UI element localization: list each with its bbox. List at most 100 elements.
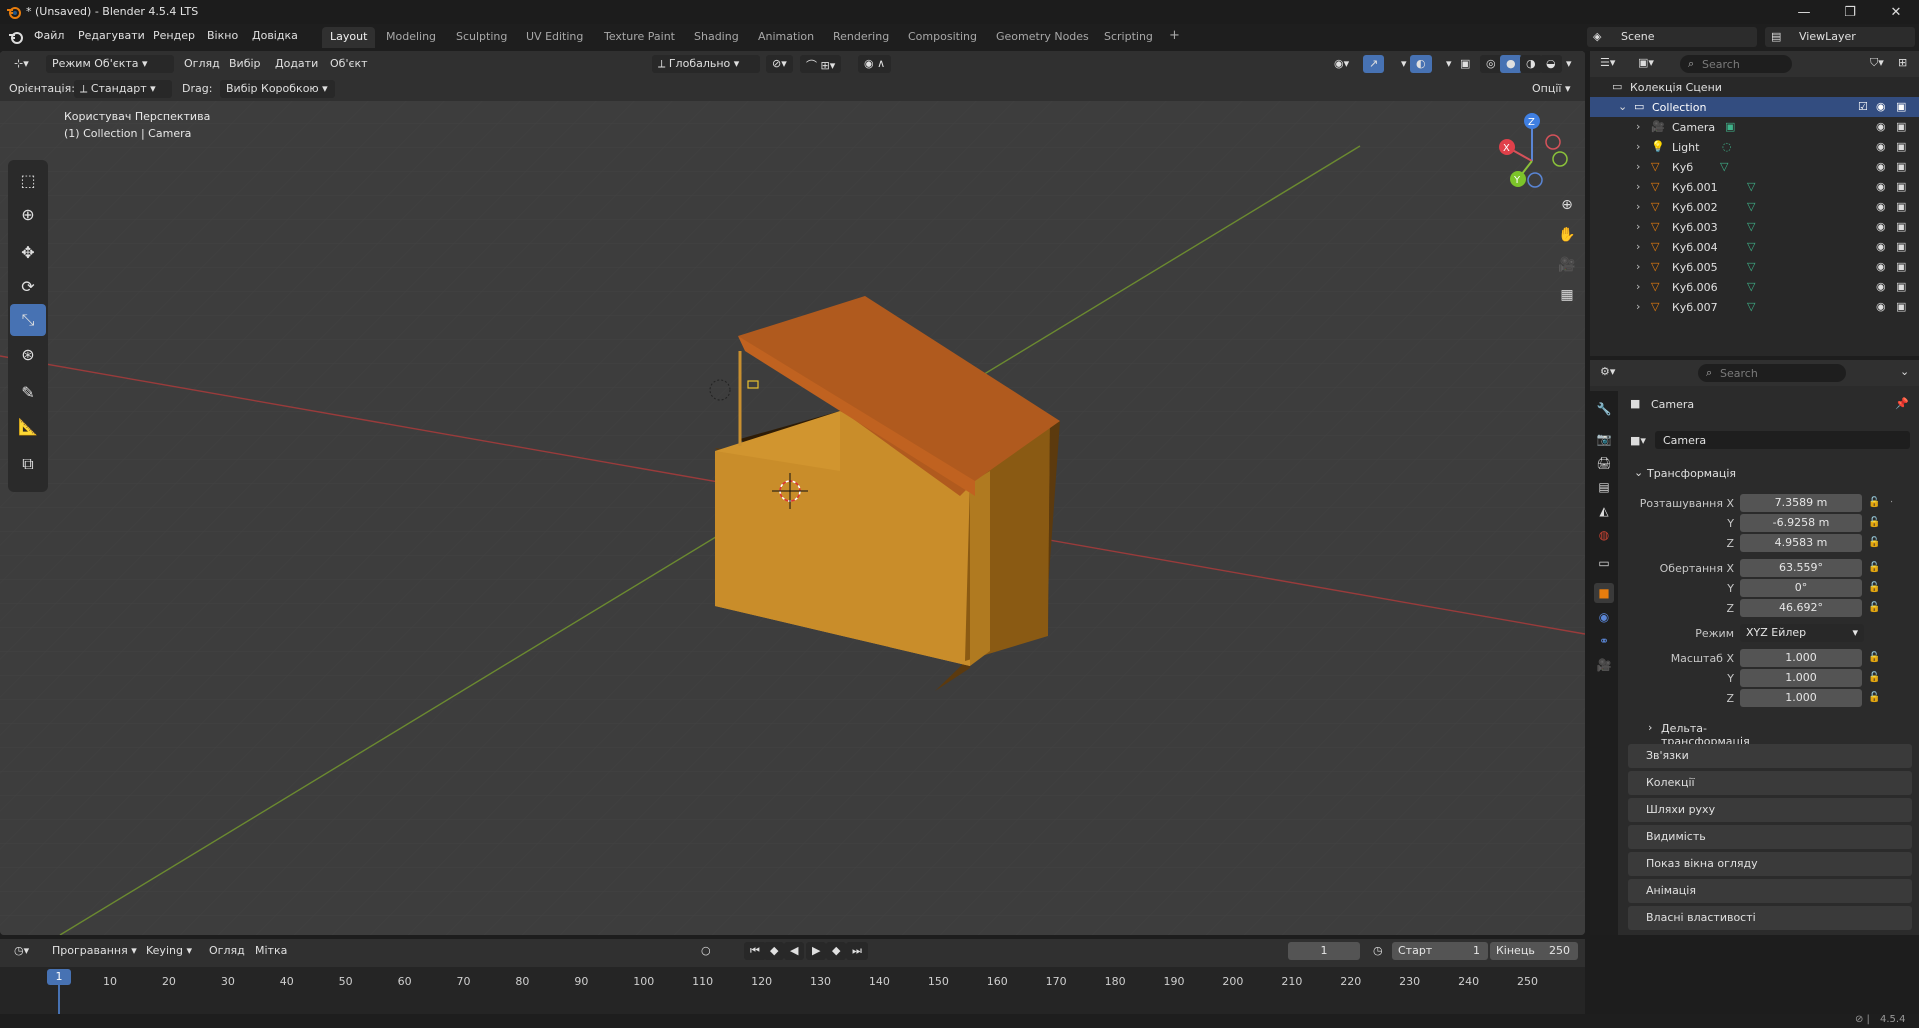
outliner-search-input[interactable]: ⌕ Search xyxy=(1680,55,1792,73)
outliner-item-label[interactable]: Куб.001 xyxy=(1672,181,1718,194)
physics-tab-icon[interactable]: ◉ xyxy=(1594,607,1614,627)
outliner-collection[interactable]: ⌄ ▭ Collection ☑ ◉ ▣ xyxy=(1590,97,1919,117)
chevron-right-icon[interactable]: › xyxy=(1636,260,1640,273)
menu-select[interactable]: Вибір xyxy=(223,55,267,73)
outliner-item-label[interactable]: Куб.002 xyxy=(1672,201,1718,214)
outliner-item[interactable]: › ▽ Куб.001 ▽ ◉ ▣ xyxy=(1590,177,1919,197)
scene-tab-icon[interactable]: ◭ xyxy=(1594,501,1614,521)
outliner-item[interactable]: › ▽ Куб.005 ▽ ◉ ▣ xyxy=(1590,257,1919,277)
mesh-data-icon[interactable]: ▽ xyxy=(1747,300,1755,313)
render-camera-icon[interactable]: ▣ xyxy=(1896,200,1906,213)
chevron-down-icon[interactable]: ⌄ xyxy=(1618,100,1627,113)
options-button[interactable]: Опції ▾ xyxy=(1526,80,1576,98)
outliner-item-label[interactable]: Куб.005 xyxy=(1672,261,1718,274)
playhead-frame[interactable]: 1 xyxy=(47,969,71,985)
panel-viewport-display[interactable]: Показ вікна огляду xyxy=(1628,852,1912,876)
shading-rendered-icon[interactable]: ◒ xyxy=(1540,55,1562,73)
pan-hand-icon[interactable]: ✋ xyxy=(1553,221,1581,249)
jump-end-icon[interactable]: ⏭ xyxy=(846,942,868,960)
tab-rendering[interactable]: Rendering xyxy=(825,27,897,48)
viewport-canvas[interactable]: Z X Y xyxy=(0,51,1585,935)
keyframe-icon[interactable]: ⋅ xyxy=(1890,497,1902,509)
timeline-editor-icon[interactable]: ◷▾ xyxy=(8,942,35,960)
end-frame-field[interactable]: Кінець 250 xyxy=(1490,942,1578,960)
object-name-field[interactable]: Camera xyxy=(1655,431,1910,449)
transform-orientation-dropdown[interactable]: ⟂ Глобально ▾ xyxy=(652,55,760,73)
render-camera-icon[interactable]: ▣ xyxy=(1896,140,1906,153)
location-y-field[interactable]: -6.9258 m xyxy=(1740,514,1862,532)
eye-icon[interactable]: ◉ xyxy=(1876,100,1886,113)
mesh-data-icon[interactable]: ▽ xyxy=(1747,220,1755,233)
lock-icon[interactable]: 🔓 xyxy=(1868,582,1880,594)
eye-icon[interactable]: ◉ xyxy=(1876,280,1886,293)
checkbox-icon[interactable]: ☑ xyxy=(1858,100,1868,113)
eye-icon[interactable]: ◉ xyxy=(1876,120,1886,133)
output-tab-icon[interactable]: 🖨 xyxy=(1594,453,1614,473)
menu-render[interactable]: Рендер xyxy=(153,29,195,42)
mesh-data-icon[interactable]: ▽ xyxy=(1747,280,1755,293)
mesh-data-icon[interactable]: ▽ xyxy=(1720,160,1728,173)
mesh-data-icon[interactable]: ▽ xyxy=(1747,180,1755,193)
shading-dropdown-icon[interactable]: ▾ xyxy=(1560,55,1578,73)
lock-icon[interactable]: 🔓 xyxy=(1868,652,1880,664)
chevron-down-icon[interactable]: ⌄ xyxy=(1900,365,1909,378)
start-frame-field[interactable]: Старт 1 xyxy=(1392,942,1488,960)
move-tool-icon[interactable]: ✥ xyxy=(10,236,46,268)
render-camera-icon[interactable]: ▣ xyxy=(1896,100,1906,113)
tab-compositing[interactable]: Compositing xyxy=(900,27,985,48)
menu-object[interactable]: Об'єкт xyxy=(324,55,374,73)
chevron-right-icon[interactable]: › xyxy=(1636,300,1640,313)
object-tab-icon[interactable]: ■ xyxy=(1594,583,1614,603)
scale-x-field[interactable]: 1.000 xyxy=(1740,649,1862,667)
close-button[interactable]: ✕ xyxy=(1873,0,1919,24)
transform-tool-icon[interactable]: ⊛ xyxy=(10,338,46,370)
scale-z-field[interactable]: 1.000 xyxy=(1740,689,1862,707)
mesh-data-icon[interactable]: ▽ xyxy=(1747,200,1755,213)
chevron-right-icon[interactable]: › xyxy=(1636,220,1640,233)
render-camera-icon[interactable]: ▣ xyxy=(1896,160,1906,173)
lock-icon[interactable]: 🔓 xyxy=(1868,672,1880,684)
lock-icon[interactable]: 🔓 xyxy=(1868,537,1880,549)
add-workspace-button[interactable]: + xyxy=(1161,25,1188,46)
shading-wireframe-icon[interactable]: ◎ xyxy=(1480,55,1502,73)
chevron-right-icon[interactable]: › xyxy=(1636,160,1640,173)
outliner-item-label[interactable]: Куб.004 xyxy=(1672,241,1718,254)
chevron-right-icon[interactable]: › xyxy=(1636,280,1640,293)
tab-layout[interactable]: Layout xyxy=(322,27,376,48)
menu-timeline-view[interactable]: Огляд xyxy=(203,942,251,960)
eye-icon[interactable]: ◉ xyxy=(1876,240,1886,253)
eye-icon[interactable]: ◉ xyxy=(1876,300,1886,313)
rotation-z-field[interactable]: 46.692° xyxy=(1740,599,1862,617)
chevron-right-icon[interactable]: › xyxy=(1648,721,1652,734)
lock-icon[interactable]: 🔓 xyxy=(1868,497,1880,509)
outliner-item[interactable]: › 💡 Light ◌ ◉ ▣ xyxy=(1590,137,1919,157)
shading-material-icon[interactable]: ◑ xyxy=(1520,55,1542,73)
drag-dropdown[interactable]: Вибір Коробкою ▾ xyxy=(220,80,335,98)
tab-sculpting[interactable]: Sculpting xyxy=(448,27,515,48)
outliner-item-label[interactable]: Куб.007 xyxy=(1672,301,1718,314)
outliner-item[interactable]: › ▽ Куб.004 ▽ ◉ ▣ xyxy=(1590,237,1919,257)
render-camera-icon[interactable]: ▣ xyxy=(1896,240,1906,253)
scene-selector[interactable]: ◈ Scene xyxy=(1587,27,1757,47)
filter-icon[interactable]: ⛉▾ xyxy=(1870,56,1884,70)
constraints-tab-icon[interactable]: ⚭ xyxy=(1594,631,1614,651)
lock-icon[interactable]: 🔓 xyxy=(1868,562,1880,574)
blender-menu-icon[interactable] xyxy=(8,29,24,45)
scale-tool-icon[interactable]: ⤡ xyxy=(10,304,46,336)
eye-icon[interactable]: ◉ xyxy=(1876,140,1886,153)
mesh-data-icon[interactable]: ▽ xyxy=(1747,240,1755,253)
orientation-dropdown[interactable]: ⟂ Стандарт ▾ xyxy=(74,80,172,98)
camera-data-icon[interactable]: ▣ xyxy=(1725,120,1735,133)
render-camera-icon[interactable]: ▣ xyxy=(1896,220,1906,233)
panel-custom-properties[interactable]: Власні властивості xyxy=(1628,906,1912,930)
tool-tab-icon[interactable]: 🔧 xyxy=(1594,399,1614,419)
tab-shading[interactable]: Shading xyxy=(686,27,747,48)
tab-texture-paint[interactable]: Texture Paint xyxy=(596,27,683,48)
menu-view[interactable]: Огляд xyxy=(178,55,226,73)
tab-geometry-nodes[interactable]: Geometry Nodes xyxy=(988,27,1097,48)
panel-motion-paths[interactable]: Шляхи руху xyxy=(1628,798,1912,822)
tab-scripting[interactable]: Scripting xyxy=(1096,27,1161,48)
tab-uv-editing[interactable]: UV Editing xyxy=(518,27,591,48)
render-camera-icon[interactable]: ▣ xyxy=(1896,180,1906,193)
pin-icon[interactable]: 📌 xyxy=(1895,397,1909,410)
